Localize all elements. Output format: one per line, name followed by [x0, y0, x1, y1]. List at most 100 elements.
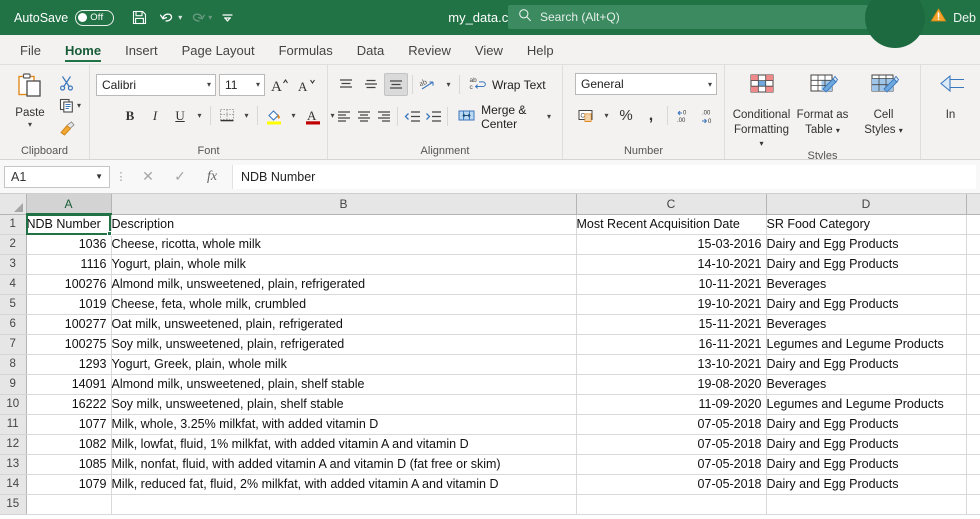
cell-E2[interactable] — [966, 234, 980, 255]
underline-dropdown-caret[interactable]: ▾ — [193, 104, 206, 127]
cell-C13[interactable]: 07-05-2018 — [576, 454, 767, 475]
align-left-button[interactable] — [334, 105, 353, 128]
cell-A1[interactable]: NDB Number — [26, 214, 112, 235]
insert-function-icon[interactable]: fx — [196, 165, 228, 189]
percent-style-button[interactable]: % — [614, 104, 638, 127]
cell-C10[interactable]: 11-09-2020 — [576, 394, 767, 415]
tab-formulas[interactable]: Formulas — [267, 40, 345, 64]
cell-A3[interactable]: 1116 — [26, 254, 112, 275]
cell-A2[interactable]: 1036 — [26, 234, 112, 255]
tab-help[interactable]: Help — [515, 40, 566, 64]
cell-B9[interactable]: Almond milk, unsweetened, plain, shelf s… — [111, 374, 577, 395]
tab-data[interactable]: Data — [345, 40, 396, 64]
column-header-a[interactable]: A — [26, 194, 112, 215]
row-header-11[interactable]: 11 — [0, 414, 27, 435]
cell-E8[interactable] — [966, 354, 980, 375]
cell-E10[interactable] — [966, 394, 980, 415]
tab-home[interactable]: Home — [53, 40, 113, 64]
cell-A11[interactable]: 1077 — [26, 414, 112, 435]
merge-dropdown-caret[interactable]: ▾ — [547, 112, 551, 121]
cell-D6[interactable]: Beverages — [766, 314, 967, 335]
cell-A4[interactable]: 100276 — [26, 274, 112, 295]
autosave-toggle[interactable]: Off — [75, 9, 115, 26]
row-header-15[interactable]: 15 — [0, 494, 27, 515]
cell-B10[interactable]: Soy milk, unsweetened, plain, shelf stab… — [111, 394, 577, 415]
row-header-5[interactable]: 5 — [0, 294, 27, 315]
cell-E5[interactable] — [966, 294, 980, 315]
cell-A14[interactable]: 1079 — [26, 474, 112, 495]
warning-icon[interactable] — [930, 7, 947, 28]
bottom-align-button[interactable] — [384, 73, 409, 96]
cell-B2[interactable]: Cheese, ricotta, whole milk — [111, 234, 577, 255]
tab-review[interactable]: Review — [396, 40, 463, 64]
align-right-button[interactable] — [374, 105, 393, 128]
formula-input[interactable]: NDB Number — [232, 164, 976, 189]
row-header-3[interactable]: 3 — [0, 254, 27, 275]
format-as-table-button[interactable]: Format as Table ▾ — [792, 68, 853, 137]
cell-D1[interactable]: SR Food Category — [766, 214, 967, 235]
cell-A12[interactable]: 1082 — [26, 434, 112, 455]
cell-B11[interactable]: Milk, whole, 3.25% milkfat, with added v… — [111, 414, 577, 435]
row-header-1[interactable]: 1 — [0, 214, 27, 235]
cell-D4[interactable]: Beverages — [766, 274, 967, 295]
column-header-e[interactable] — [966, 194, 980, 215]
cell-D13[interactable]: Dairy and Egg Products — [766, 454, 967, 475]
cell-styles-button[interactable]: Cell Styles ▾ — [853, 68, 914, 137]
column-header-c[interactable]: C — [576, 194, 767, 215]
insert-cells-button[interactable]: In — [927, 68, 974, 122]
cell-C14[interactable]: 07-05-2018 — [576, 474, 767, 495]
row-header-10[interactable]: 10 — [0, 394, 27, 415]
cell-C5[interactable]: 19-10-2021 — [576, 294, 767, 315]
borders-dropdown-caret[interactable]: ▾ — [240, 104, 253, 127]
cell-D3[interactable]: Dairy and Egg Products — [766, 254, 967, 275]
cell-C3[interactable]: 14-10-2021 — [576, 254, 767, 275]
cell-E9[interactable] — [966, 374, 980, 395]
cell-E12[interactable] — [966, 434, 980, 455]
copy-dropdown-caret[interactable]: ▾ — [77, 101, 81, 110]
cell-A10[interactable]: 16222 — [26, 394, 112, 415]
conditional-formatting-button[interactable]: Conditional Formatting ▾ — [731, 68, 792, 150]
enter-icon[interactable]: ✓ — [164, 165, 196, 189]
center-button[interactable] — [354, 105, 373, 128]
cell-C1[interactable]: Most Recent Acquisition Date — [576, 214, 767, 235]
chevron-down-icon[interactable]: ▼ — [95, 172, 103, 181]
cell-C7[interactable]: 16-11-2021 — [576, 334, 767, 355]
format-painter-button[interactable] — [56, 117, 83, 139]
undo-dropdown-caret[interactable]: ▾ — [178, 13, 182, 22]
accounting-format-button[interactable]: C — [575, 104, 599, 127]
cell-D2[interactable]: Dairy and Egg Products — [766, 234, 967, 255]
cell-A13[interactable]: 1085 — [26, 454, 112, 475]
autosave-control[interactable]: AutoSave Off — [14, 9, 115, 26]
undo-icon[interactable] — [154, 5, 180, 31]
decrease-decimal-button[interactable]: 0.00 — [672, 104, 696, 127]
borders-button[interactable] — [215, 104, 239, 127]
row-header-8[interactable]: 8 — [0, 354, 27, 375]
search-input[interactable]: Search (Alt+Q) — [540, 10, 620, 24]
formula-bar-grip[interactable]: ⋮ — [114, 171, 128, 182]
paste-button[interactable]: Paste ▾ — [6, 68, 54, 129]
cell-A7[interactable]: 100275 — [26, 334, 112, 355]
decrease-font-size-button[interactable]: A — [295, 73, 319, 96]
save-icon[interactable] — [126, 5, 152, 31]
cell-B8[interactable]: Yogurt, Greek, plain, whole milk — [111, 354, 577, 375]
row-header-13[interactable]: 13 — [0, 454, 27, 475]
tab-insert[interactable]: Insert — [113, 40, 170, 64]
cell-D15[interactable] — [766, 494, 967, 515]
cell-B7[interactable]: Soy milk, unsweetened, plain, refrigerat… — [111, 334, 577, 355]
row-header-12[interactable]: 12 — [0, 434, 27, 455]
cell-D11[interactable]: Dairy and Egg Products — [766, 414, 967, 435]
tab-page-layout[interactable]: Page Layout — [170, 40, 267, 64]
cell-E7[interactable] — [966, 334, 980, 355]
row-header-9[interactable]: 9 — [0, 374, 27, 395]
cell-E11[interactable] — [966, 414, 980, 435]
tab-file[interactable]: File — [8, 40, 53, 64]
cell-A6[interactable]: 100277 — [26, 314, 112, 335]
top-align-button[interactable] — [334, 73, 358, 96]
cell-C15[interactable] — [576, 494, 767, 515]
cell-D10[interactable]: Legumes and Legume Products — [766, 394, 967, 415]
cell-D5[interactable]: Dairy and Egg Products — [766, 294, 967, 315]
merge-and-center-button[interactable]: Merge & Center ▾ — [452, 103, 556, 131]
column-header-b[interactable]: B — [111, 194, 577, 215]
account-area[interactable]: Deb — [930, 0, 980, 35]
select-all-button[interactable] — [0, 194, 27, 215]
